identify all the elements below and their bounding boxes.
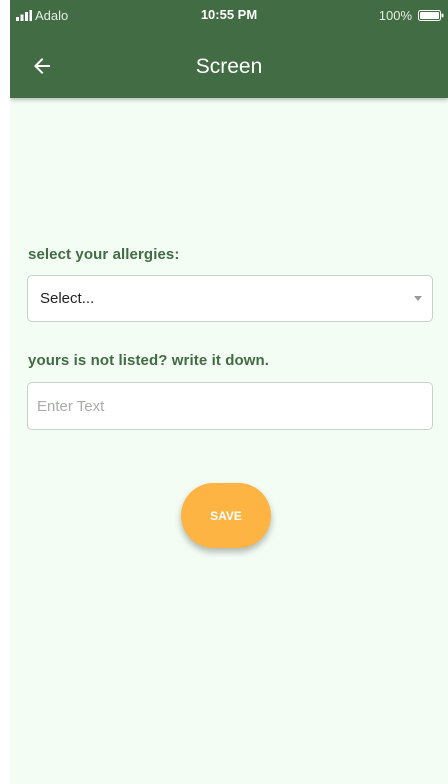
allergies-select-value: Select... (40, 290, 95, 307)
allergy-text-input[interactable] (27, 382, 433, 430)
battery-icon (418, 10, 444, 21)
app-screen: Adalo 10:55 PM 100% Screen select your a… (10, 0, 448, 784)
chevron-down-icon (414, 296, 422, 301)
screen-title: Screen (195, 55, 263, 78)
not-listed-label: yours is not listed? write it down. (28, 352, 270, 369)
allergies-label: select your allergies: (28, 246, 180, 263)
status-bar: Adalo 10:55 PM 100% (10, 0, 448, 36)
save-button[interactable]: SAVE (181, 483, 271, 548)
allergies-select[interactable]: Select... (27, 275, 433, 322)
battery-percent: 100% (378, 8, 412, 23)
app-header: Adalo 10:55 PM 100% Screen (10, 0, 448, 98)
